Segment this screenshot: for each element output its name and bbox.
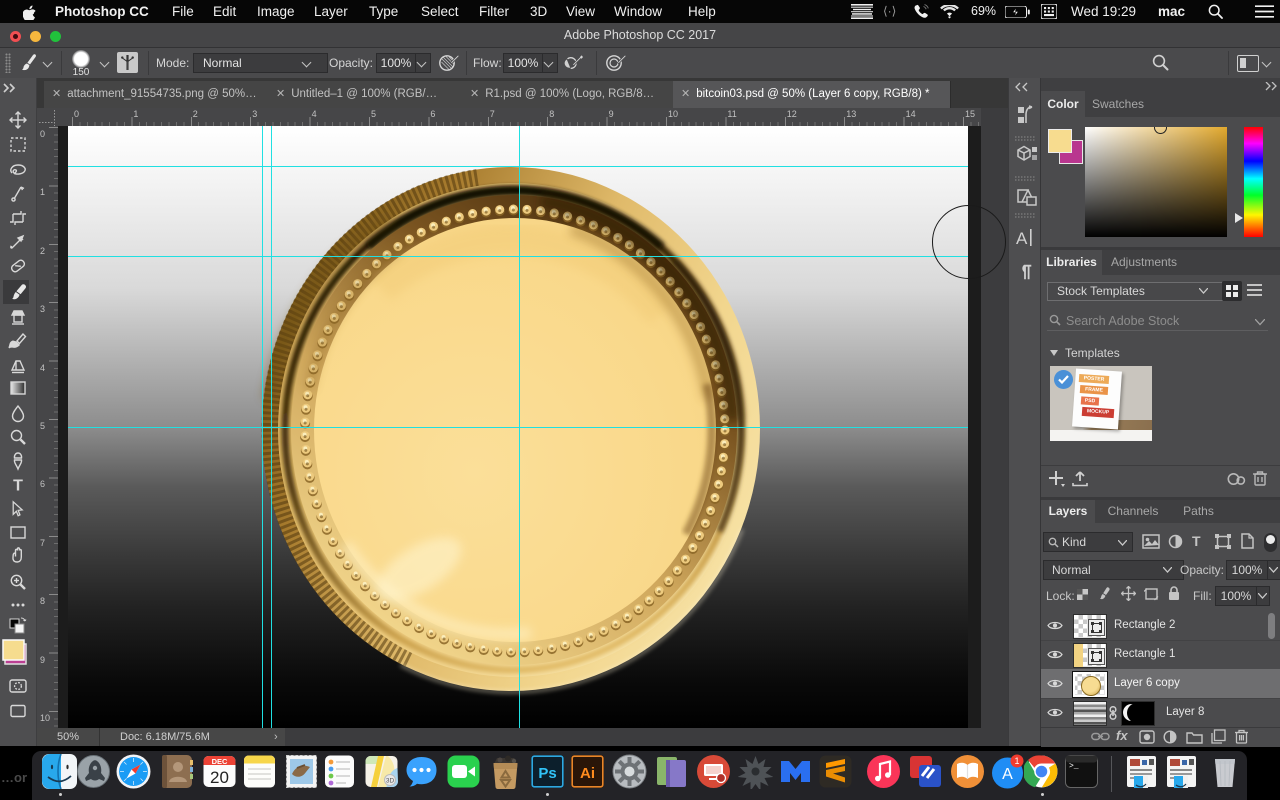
svg-text:1: 1 xyxy=(1014,756,1019,766)
svg-text:Ai: Ai xyxy=(580,765,595,782)
svg-text:>_: >_ xyxy=(1069,762,1079,771)
svg-text:DEC: DEC xyxy=(212,757,228,766)
svg-text:A: A xyxy=(1016,229,1028,248)
svg-text:T: T xyxy=(13,478,23,495)
svg-text:Ps: Ps xyxy=(538,765,556,782)
svg-text:20: 20 xyxy=(210,768,229,787)
svg-text:A: A xyxy=(1002,766,1013,783)
svg-text:3D: 3D xyxy=(386,778,395,785)
